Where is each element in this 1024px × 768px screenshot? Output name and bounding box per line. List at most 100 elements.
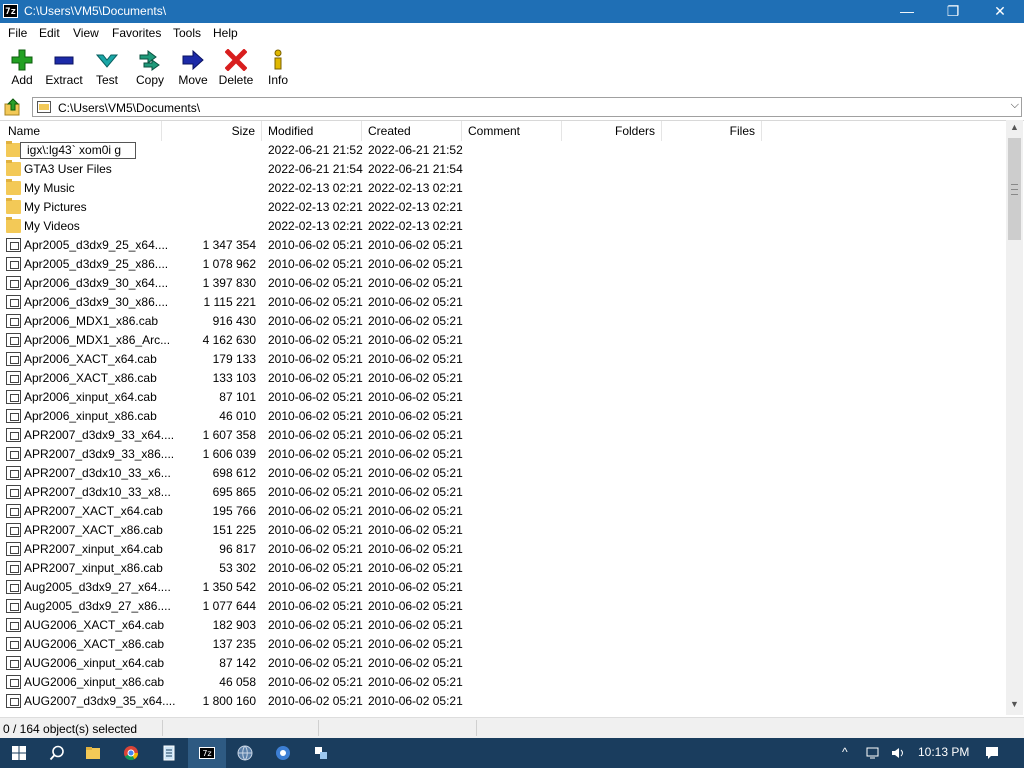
file-explorer-icon [86,747,100,759]
delete-button[interactable]: Delete [214,47,258,95]
table-row[interactable]: Apr2005_d3dx9_25_x86.... 1 078 962 2010-06… [0,255,1006,274]
file-modified: 2010-06-02 05:21 [268,618,363,632]
double-arrow-icon [139,50,160,71]
check-icon [95,54,119,68]
address-bar[interactable]: C:\Users\VM5\Documents\ ⌵ [32,97,1022,117]
copy-button[interactable]: Copy [128,47,172,95]
7zip-app-icon[interactable]: 7z [3,4,18,18]
table-row[interactable]: APR2007_d3dx9_33_x86.... 1 606 039 2010-06… [0,445,1006,464]
column-created[interactable]: Created [362,121,462,141]
rename-input[interactable]: igx\:lg43` xom0i g [20,142,136,159]
scroll-down-icon[interactable]: ▼ [1006,699,1023,713]
file-name: AUG2006_xinput_x86.cab [24,675,165,689]
file-created: 2010-06-02 05:21 [368,428,463,442]
column-modified[interactable]: Modified [262,121,362,141]
file-modified: 2010-06-02 05:21 [268,637,363,651]
network-icon[interactable] [866,745,882,761]
table-row[interactable]: igx\:lg43` xom0i g 2022-06-21 21:52 2022-0… [0,141,1006,160]
menu-help[interactable]: Help [213,26,238,40]
table-row[interactable]: AUG2006_XACT_x64.cab 182 903 2010-06-02 05… [0,616,1006,635]
app-button[interactable] [302,738,340,768]
minimize-button[interactable]: — [884,0,930,23]
table-row[interactable]: AUG2007_d3dx9_35_x64.... 1 800 160 2010-06… [0,692,1006,711]
file-name: Apr2006_XACT_x64.cab [24,352,157,366]
column-files[interactable]: Files [662,121,762,141]
notifications-icon[interactable] [984,745,1000,761]
table-row[interactable]: Apr2006_MDX1_x86_Arc... 4 162 630 2010-06-… [0,331,1006,350]
table-row[interactable]: Apr2006_XACT_x86.cab 133 103 2010-06-02 05… [0,369,1006,388]
column-size[interactable]: Size [162,121,262,141]
table-row[interactable]: AUG2006_xinput_x86.cab 46 058 2010-06-02 0… [0,673,1006,692]
move-button[interactable]: Move [171,47,215,95]
table-row[interactable]: APR2007_d3dx10_33_x6... 698 612 2010-06-02… [0,464,1006,483]
app-button[interactable] [226,738,264,768]
search-button[interactable] [38,738,76,768]
table-row[interactable]: APR2007_XACT_x64.cab 195 766 2010-06-02 05… [0,502,1006,521]
menu-file[interactable]: File [8,26,27,40]
address-path[interactable]: C:\Users\VM5\Documents\ [58,101,200,115]
chevron-up-icon[interactable]: ^ [842,745,848,759]
file-list[interactable]: Name Size Modified Created Comment Folde… [0,120,1024,716]
extract-button[interactable]: Extract [42,47,86,95]
menu-favorites[interactable]: Favorites [112,26,161,40]
chevron-down-icon[interactable]: ⌵ [1011,99,1019,112]
globe-app-icon [237,745,253,761]
table-row[interactable]: APR2007_xinput_x86.cab 53 302 2010-06-02 0… [0,559,1006,578]
file-name: APR2007_d3dx9_33_x86.... [24,447,175,461]
scroll-up-icon[interactable]: ▲ [1006,122,1023,136]
table-row[interactable]: GTA3 User Files 2022-06-21 21:54 2022-06-2… [0,160,1006,179]
table-row[interactable]: My Videos 2022-02-13 02:21 2022-02-13 02:2… [0,217,1006,236]
table-row[interactable]: APR2007_d3dx10_33_x8... 695 865 2010-06-02… [0,483,1006,502]
scroll-thumb[interactable] [1008,138,1021,240]
table-row[interactable]: AUG2006_xinput_x64.cab 87 142 2010-06-02 0… [0,654,1006,673]
7zip-taskbar-button[interactable]: 7z [188,738,226,768]
table-row[interactable]: My Pictures 2022-02-13 02:21 2022-02-13 02… [0,198,1006,217]
test-button[interactable]: Test [85,47,129,95]
file-created: 2010-06-02 05:21 [368,656,463,670]
menu-view[interactable]: View [73,26,99,40]
column-comment[interactable]: Comment [462,121,562,141]
table-row[interactable]: Apr2006_XACT_x64.cab 179 133 2010-06-02 05… [0,350,1006,369]
notepad-button[interactable] [150,738,188,768]
maximize-button[interactable]: ❐ [930,0,976,23]
table-row[interactable]: Apr2006_d3dx9_30_x64.... 1 397 830 2010-06… [0,274,1006,293]
app-button[interactable] [264,738,302,768]
up-folder-icon[interactable] [4,98,22,116]
start-button[interactable] [0,738,38,768]
menu-edit[interactable]: Edit [39,26,60,40]
vertical-scrollbar[interactable]: ▲ ▼ [1006,120,1023,715]
table-row[interactable]: Apr2006_MDX1_x86.cab 916 430 2010-06-02 05… [0,312,1006,331]
file-explorer-button[interactable] [74,738,112,768]
table-row[interactable]: My Music 2022-02-13 02:21 2022-02-13 02:21 [0,179,1006,198]
table-row[interactable]: Apr2006_xinput_x64.cab 87 101 2010-06-02 0… [0,388,1006,407]
file-modified: 2010-06-02 05:21 [268,371,363,385]
table-row[interactable]: Apr2006_d3dx9_30_x86.... 1 115 221 2010-06… [0,293,1006,312]
file-modified: 2010-06-02 05:21 [268,580,363,594]
search-icon [49,745,64,761]
title-bar[interactable]: 7z C:\Users\VM5\Documents\ — ❐ ✕ [0,0,1024,23]
table-row[interactable]: APR2007_d3dx9_33_x64.... 1 607 358 2010-06… [0,426,1006,445]
clock[interactable]: 10:13 PM [918,745,969,759]
cab-file-icon [6,523,21,537]
table-row[interactable]: APR2007_XACT_x86.cab 151 225 2010-06-02 05… [0,521,1006,540]
table-row[interactable]: Apr2006_xinput_x86.cab 46 010 2010-06-02 0… [0,407,1006,426]
add-button[interactable]: Add [0,47,44,95]
table-row[interactable]: Aug2005_d3dx9_27_x64.... 1 350 542 2010-06… [0,578,1006,597]
cab-file-icon [6,314,21,328]
plus-icon [11,49,33,71]
table-row[interactable]: Aug2005_d3dx9_27_x86.... 1 077 644 2010-06… [0,597,1006,616]
table-row[interactable]: APR2007_xinput_x64.cab 96 817 2010-06-02 0… [0,540,1006,559]
table-row[interactable]: Apr2005_d3dx9_25_x64.... 1 347 354 2010-06… [0,236,1006,255]
file-created: 2022-02-13 02:21 [368,219,463,233]
column-name[interactable]: Name [0,121,162,141]
column-folders[interactable]: Folders [562,121,662,141]
file-modified: 2010-06-02 05:21 [268,561,363,575]
cab-file-icon [6,618,21,632]
chrome-button[interactable] [112,738,150,768]
volume-icon[interactable] [890,745,906,761]
table-row[interactable]: AUG2006_XACT_x86.cab 137 235 2010-06-02 05… [0,635,1006,654]
info-button[interactable]: Info [256,47,300,95]
menu-tools[interactable]: Tools [173,26,201,40]
file-name: APR2007_xinput_x64.cab [24,542,163,556]
close-button[interactable]: ✕ [977,0,1023,23]
